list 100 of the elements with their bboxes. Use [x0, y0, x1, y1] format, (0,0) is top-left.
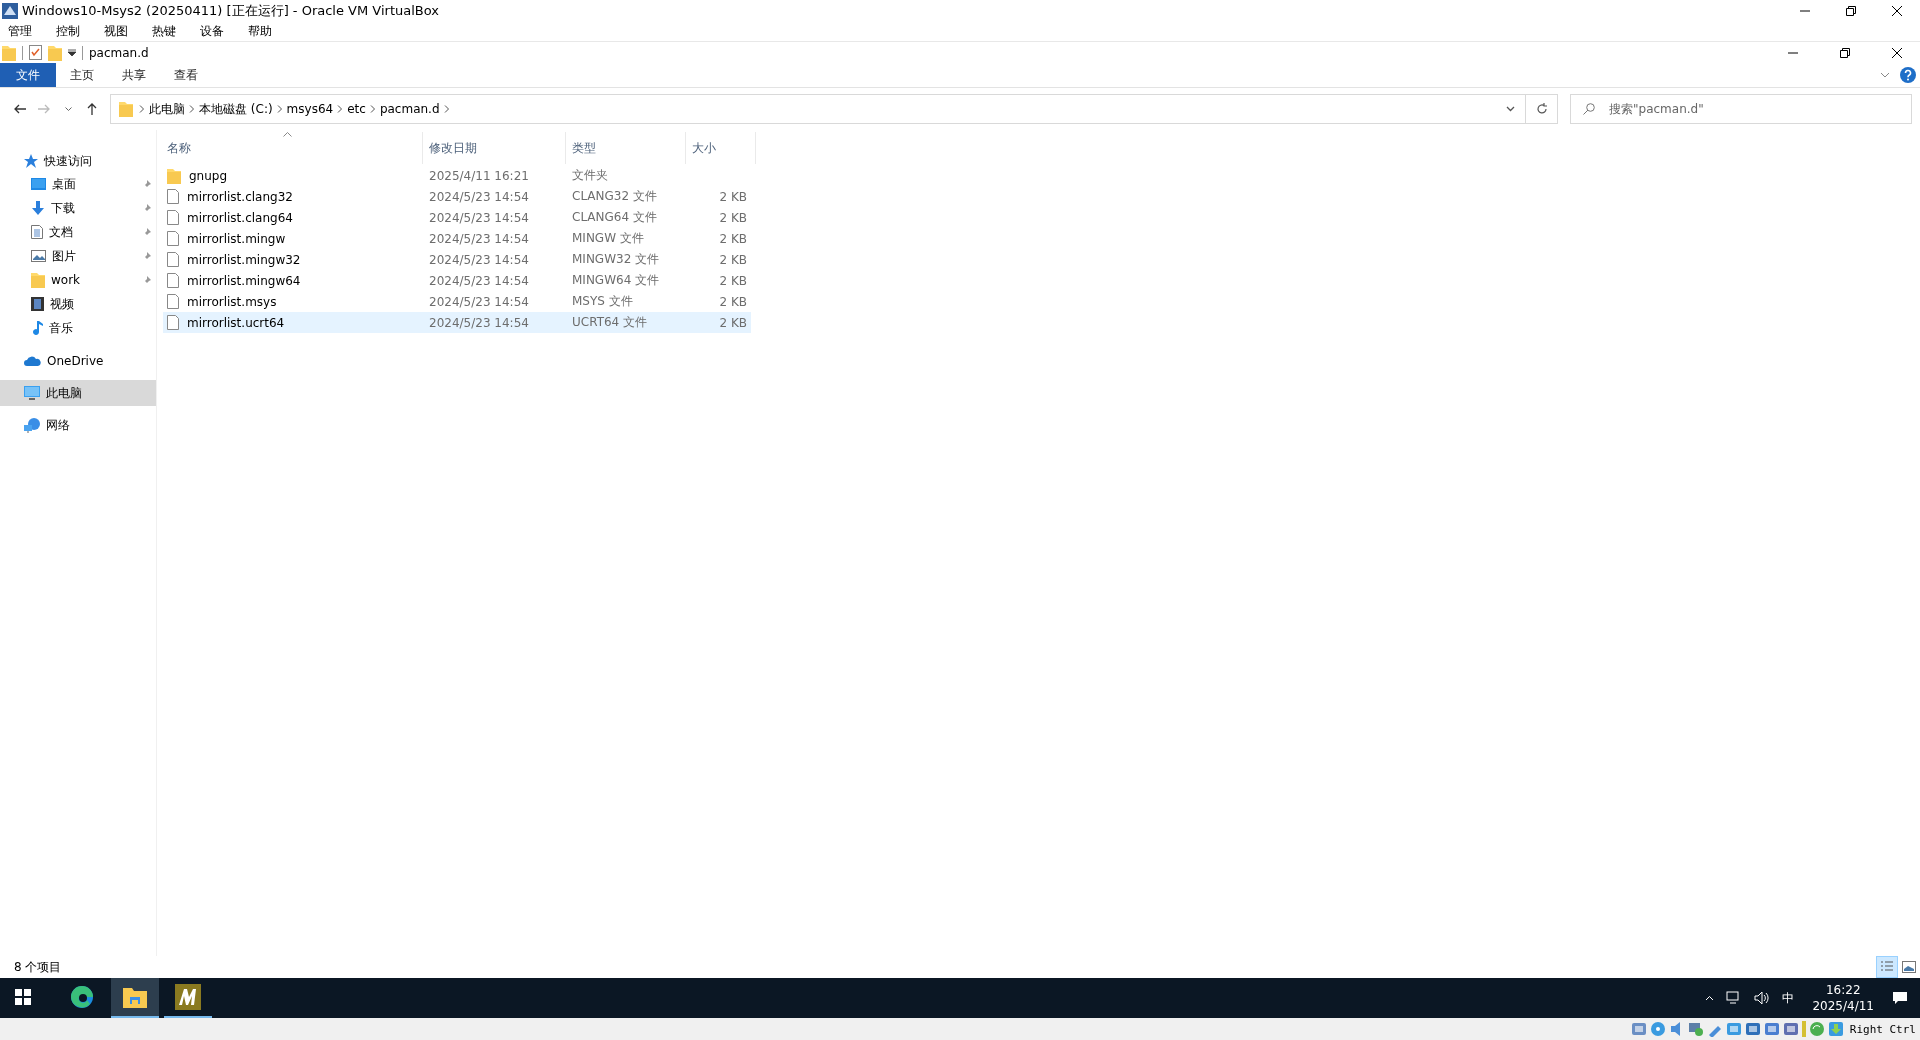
- file-name: mirrorlist.mingw: [163, 231, 423, 246]
- file-type: MINGW64 文件: [571, 272, 661, 289]
- file-row[interactable]: gnupg 2025/4/11 16:21 文件夹: [163, 165, 751, 186]
- file-icon: [167, 294, 179, 309]
- file-row[interactable]: mirrorlist.clang32 2024/5/23 14:54 CLANG32 文件 2 KB: [163, 186, 751, 207]
- nav-item[interactable]: work: [0, 268, 156, 292]
- menu-item[interactable]: 管理: [8, 22, 40, 41]
- caret-icon: [64, 106, 72, 112]
- download-icon: [1827, 1021, 1844, 1037]
- file-icon: [167, 210, 179, 225]
- shared-folder-icon: [1725, 1021, 1742, 1037]
- menu-item[interactable]: 帮助: [248, 22, 280, 41]
- file-size: 2 KB: [718, 252, 748, 267]
- file-row[interactable]: mirrorlist.clang64 2024/5/23 14:54 CLANG64 文件 2 KB: [163, 207, 751, 228]
- file-size: 2 KB: [718, 315, 748, 330]
- properties-icon: [29, 45, 42, 60]
- folder-icon: [31, 272, 45, 288]
- chevron-icon: [369, 105, 376, 113]
- caret-icon: [1505, 106, 1515, 112]
- item-count: 8 个项目: [14, 958, 63, 976]
- file-size: 2 KB: [718, 189, 748, 204]
- sort-ascending-icon: [283, 132, 292, 137]
- breadcrumb-item[interactable]: pacman.d: [375, 95, 444, 123]
- folder-icon: [119, 101, 133, 117]
- file-name: mirrorlist.ucrt64: [163, 315, 423, 330]
- breadcrumb-item[interactable]: 此电脑: [145, 95, 189, 123]
- preview-view-icon: [1902, 961, 1916, 973]
- modified-date: 2024/5/23 14:54: [428, 315, 530, 330]
- chevron-icon: [337, 105, 344, 113]
- file-row[interactable]: mirrorlist.mingw64 2024/5/23 14:54 MINGW64 文件 2 KB: [163, 270, 751, 291]
- film-icon: [31, 297, 44, 311]
- file-type: UCRT64 文件: [571, 314, 649, 331]
- file-row[interactable]: mirrorlist.mingw 2024/5/23 14:54 MINGW 文件 2 KB: [163, 228, 751, 249]
- folder-icon: [123, 986, 147, 1008]
- refresh-icon: [1535, 103, 1548, 115]
- virtualization-icon: [1782, 1021, 1799, 1037]
- ribbon-tab[interactable]: 主页: [56, 63, 108, 87]
- modified-date: 2024/5/23 14:54: [428, 231, 530, 246]
- nav-item[interactable]: 桌面: [0, 172, 156, 196]
- column-header[interactable]: 大小: [686, 132, 756, 164]
- file-row[interactable]: mirrorlist.msys 2024/5/23 14:54 MSYS 文件 2 KB: [163, 291, 751, 312]
- refresh-button[interactable]: [1526, 94, 1558, 124]
- computer-icon: [24, 386, 40, 400]
- window-title: Windows10-Msys2 (20250411) [正在运行] - Oracle VM VirtualBox: [22, 2, 440, 20]
- file-size: 2 KB: [718, 210, 748, 225]
- nav-item[interactable]: 文档: [0, 220, 156, 244]
- desktop-icon: [31, 178, 46, 190]
- column-header[interactable]: 名称: [163, 132, 423, 164]
- breadcrumb-item[interactable]: 本地磁盘 (C:): [195, 95, 277, 123]
- menu-item[interactable]: 热键: [152, 22, 184, 41]
- breadcrumb-item[interactable]: etc: [343, 95, 370, 123]
- input-method-indicator[interactable]: 中: [1782, 989, 1795, 1007]
- dropdown-icon: [68, 48, 76, 57]
- document-icon: [31, 225, 43, 239]
- file-row[interactable]: mirrorlist.ucrt64 2024/5/23 14:54 UCRT64 文件 2 KB: [163, 312, 751, 333]
- search-icon: [1583, 103, 1595, 115]
- ribbon-tab[interactable]: 文件: [0, 63, 56, 87]
- optical-disc-icon: [1649, 1021, 1666, 1037]
- menu-item[interactable]: 控制: [56, 22, 88, 41]
- recording-icon: [1763, 1021, 1780, 1037]
- nav-item[interactable]: 网络: [0, 412, 156, 438]
- modified-date: 2024/5/23 14:54: [428, 189, 530, 204]
- chevron-icon: [189, 105, 195, 113]
- file-type: 文件夹: [571, 167, 609, 184]
- network-adapter-icon: [1687, 1021, 1704, 1037]
- nav-item[interactable]: 图片: [0, 244, 156, 268]
- column-header[interactable]: 类型: [566, 132, 686, 164]
- address-bar[interactable]: 此电脑 本地磁盘 (C:) msys64 etc pacman.d: [110, 94, 1526, 124]
- nav-item[interactable]: 快速访问: [0, 150, 156, 172]
- nav-item[interactable]: 视频: [0, 292, 156, 316]
- menu-item[interactable]: 视图: [104, 22, 136, 41]
- nav-item[interactable]: 此电脑: [0, 380, 156, 406]
- taskbar-app-button[interactable]: [111, 978, 159, 1018]
- clock[interactable]: 16:22 2025/4/11: [1806, 981, 1880, 1015]
- ribbon-tab[interactable]: 查看: [160, 63, 212, 87]
- close-icon: [1892, 6, 1902, 16]
- ribbon-tab[interactable]: 共享: [108, 63, 160, 87]
- file-row[interactable]: mirrorlist.mingw32 2024/5/23 14:54 MINGW32 文件 2 KB: [163, 249, 751, 270]
- nav-item[interactable]: 音乐: [0, 316, 156, 340]
- file-icon: [167, 252, 179, 267]
- notification-icon: [1892, 991, 1908, 1005]
- folder-icon: [2, 44, 16, 61]
- file-name: mirrorlist.clang64: [163, 210, 423, 225]
- nav-item[interactable]: 下载: [0, 196, 156, 220]
- modified-date: 2025/4/11 16:21: [428, 168, 530, 183]
- modified-date: 2024/5/23 14:54: [428, 294, 530, 309]
- menu-item[interactable]: 设备: [200, 22, 232, 41]
- chevron-icon: [276, 105, 283, 113]
- music-note-icon: [31, 320, 43, 336]
- breadcrumb-item[interactable]: msys64: [282, 95, 338, 123]
- volume-icon: [1754, 991, 1771, 1005]
- file-name: mirrorlist.mingw32: [163, 252, 423, 267]
- display-icon: [1744, 1021, 1761, 1037]
- modified-date: 2024/5/23 14:54: [428, 273, 530, 288]
- nav-item[interactable]: OneDrive: [0, 348, 156, 374]
- details-view-icon: [1880, 960, 1894, 974]
- file-icon: [167, 231, 179, 246]
- file-type: MINGW32 文件: [571, 251, 661, 268]
- column-header[interactable]: 修改日期: [423, 132, 566, 164]
- search-field[interactable]: 搜索"pacman.d": [1570, 94, 1912, 124]
